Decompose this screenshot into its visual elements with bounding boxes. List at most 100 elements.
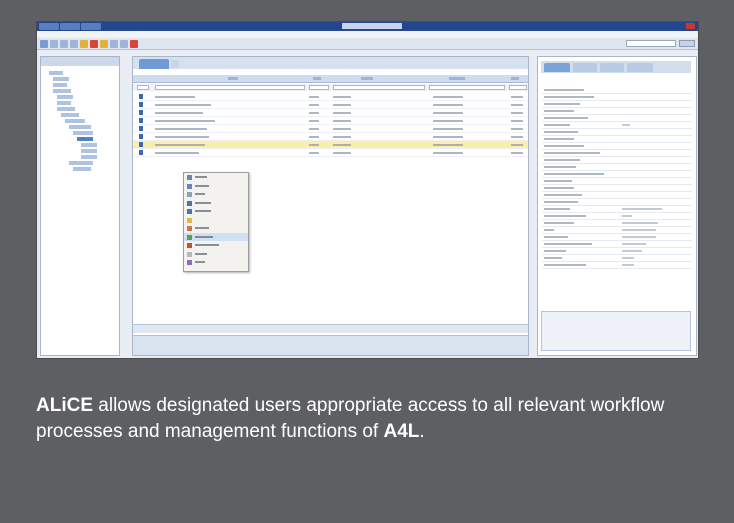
toolbar-button-icon[interactable] xyxy=(100,40,108,48)
tree-node[interactable] xyxy=(73,131,93,135)
property-row[interactable] xyxy=(542,220,692,227)
tree-node[interactable] xyxy=(57,95,73,99)
document-tabs xyxy=(133,57,528,69)
toolbar-button-icon[interactable] xyxy=(80,40,88,48)
property-row[interactable] xyxy=(542,192,692,199)
browser-tab[interactable] xyxy=(39,23,59,30)
tree-node[interactable] xyxy=(65,119,85,123)
table-row[interactable] xyxy=(133,101,528,109)
tree-node[interactable] xyxy=(49,71,63,75)
context-menu-item[interactable] xyxy=(184,250,248,259)
property-row[interactable] xyxy=(542,87,692,94)
filter-field[interactable] xyxy=(429,85,505,90)
tree-node[interactable] xyxy=(53,77,69,81)
table-row[interactable] xyxy=(133,117,528,125)
property-row[interactable] xyxy=(542,136,692,143)
property-row[interactable] xyxy=(542,143,692,150)
context-menu-item[interactable] xyxy=(184,190,248,199)
browser-tab[interactable] xyxy=(60,23,80,30)
tab-relations[interactable] xyxy=(627,63,653,72)
filter-field[interactable] xyxy=(509,85,527,90)
filter-button[interactable] xyxy=(137,85,149,90)
table-row[interactable] xyxy=(133,109,528,117)
tree-node[interactable] xyxy=(81,143,97,147)
property-row[interactable] xyxy=(542,227,692,234)
property-row[interactable] xyxy=(542,255,692,262)
property-row[interactable] xyxy=(542,171,692,178)
property-row[interactable] xyxy=(542,206,692,213)
property-row[interactable] xyxy=(542,122,692,129)
property-row[interactable] xyxy=(542,108,692,115)
toolbar-button-icon[interactable] xyxy=(90,40,98,48)
pagination-bar[interactable] xyxy=(133,324,528,333)
application-screenshot xyxy=(36,21,699,359)
tree-node[interactable] xyxy=(53,89,71,93)
tree-node[interactable] xyxy=(61,113,79,117)
table-row-selected[interactable] xyxy=(133,141,528,149)
menu-bar xyxy=(37,31,698,38)
address-bar[interactable] xyxy=(342,23,402,29)
toolbar-button-icon[interactable] xyxy=(120,40,128,48)
messages-panel xyxy=(541,311,691,351)
tab-documents[interactable] xyxy=(139,59,169,69)
toolbar-button-icon[interactable] xyxy=(50,40,58,48)
tree-node[interactable] xyxy=(57,107,75,111)
filter-field[interactable] xyxy=(309,85,329,90)
context-menu-item[interactable] xyxy=(184,173,248,182)
tab-general[interactable] xyxy=(544,63,570,72)
tree-node[interactable] xyxy=(53,83,67,87)
tab-add[interactable] xyxy=(171,60,179,68)
table-row[interactable] xyxy=(133,125,528,133)
context-menu-item[interactable] xyxy=(184,199,248,208)
toolbar-button-icon[interactable] xyxy=(40,40,48,48)
property-row[interactable] xyxy=(542,213,692,220)
property-row[interactable] xyxy=(542,234,692,241)
toolbar-button-icon[interactable] xyxy=(60,40,68,48)
toolbar-button-icon[interactable] xyxy=(130,40,138,48)
table-header xyxy=(133,75,528,83)
context-menu-item[interactable] xyxy=(184,216,248,225)
search-input[interactable] xyxy=(626,40,676,47)
property-row[interactable] xyxy=(542,150,692,157)
toolbar-button-icon[interactable] xyxy=(70,40,78,48)
tree-node[interactable] xyxy=(57,101,71,105)
tree-node[interactable] xyxy=(69,125,91,129)
property-row[interactable] xyxy=(542,241,692,248)
tree-node[interactable] xyxy=(73,167,91,171)
property-row[interactable] xyxy=(542,178,692,185)
context-menu-item-highlighted[interactable] xyxy=(184,232,248,241)
property-row[interactable] xyxy=(542,164,692,171)
property-row[interactable] xyxy=(542,101,692,108)
properties-panel xyxy=(537,56,697,356)
search-button[interactable] xyxy=(679,40,695,47)
context-menu-item[interactable] xyxy=(184,241,248,250)
property-row[interactable] xyxy=(542,199,692,206)
context-menu-item[interactable] xyxy=(184,224,248,233)
property-row[interactable] xyxy=(542,94,692,101)
filter-field[interactable] xyxy=(155,85,305,90)
table-row[interactable] xyxy=(133,149,528,157)
tree-node-selected[interactable] xyxy=(77,137,93,141)
property-row[interactable] xyxy=(542,185,692,192)
property-row[interactable] xyxy=(542,248,692,255)
context-menu-item[interactable] xyxy=(184,258,248,267)
properties-tabs xyxy=(541,61,691,73)
filter-field[interactable] xyxy=(333,85,425,90)
tab-content[interactable] xyxy=(573,63,597,72)
tab-history[interactable] xyxy=(600,63,624,72)
caption-end: . xyxy=(419,421,425,442)
toolbar-button-icon[interactable] xyxy=(110,40,118,48)
context-menu-item[interactable] xyxy=(184,182,248,191)
property-row[interactable] xyxy=(542,157,692,164)
tree-node[interactable] xyxy=(69,161,93,165)
property-row[interactable] xyxy=(542,262,692,269)
browser-tab[interactable] xyxy=(81,23,101,30)
table-row[interactable] xyxy=(133,133,528,141)
close-icon[interactable] xyxy=(686,23,695,29)
property-row[interactable] xyxy=(542,115,692,122)
property-row[interactable] xyxy=(542,129,692,136)
context-menu-item[interactable] xyxy=(184,207,248,216)
table-row[interactable] xyxy=(133,93,528,101)
tree-node[interactable] xyxy=(81,149,97,153)
tree-node[interactable] xyxy=(81,155,97,159)
